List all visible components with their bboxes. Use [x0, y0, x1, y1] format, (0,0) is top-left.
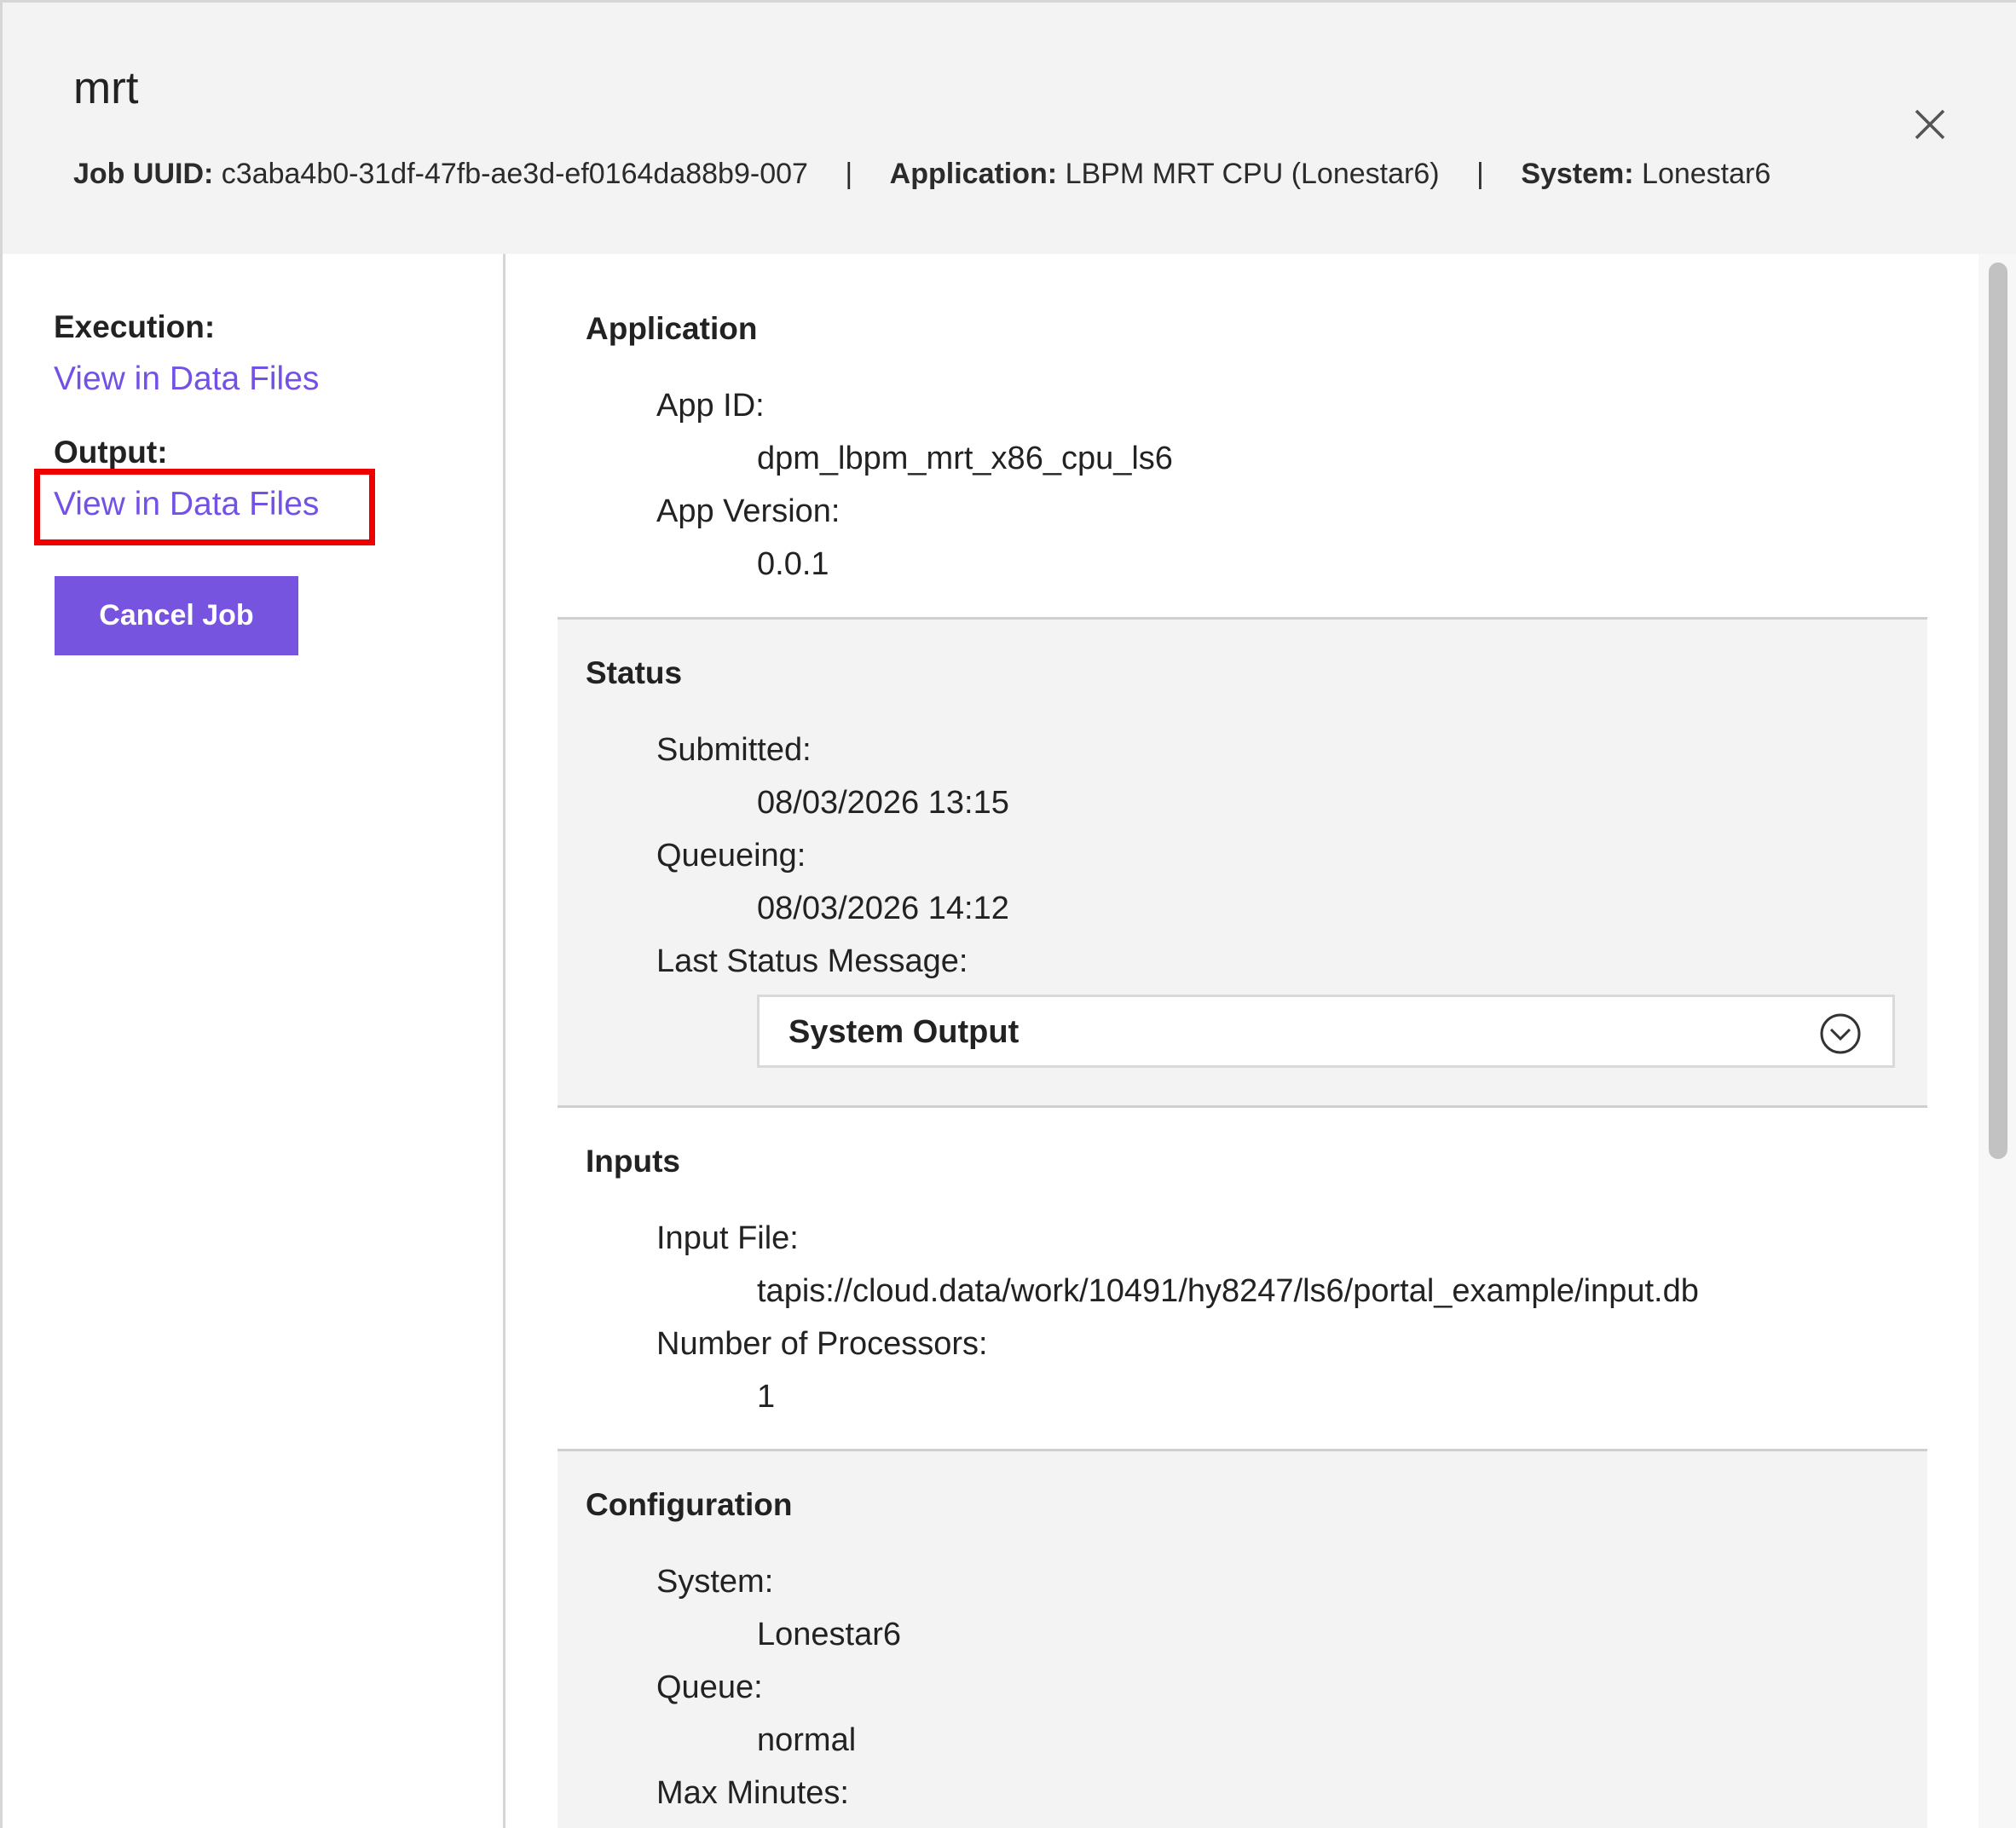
input-file-value: tapis://cloud.data/work/10491/hy8247/ls6…: [757, 1273, 1699, 1309]
max-minutes-label: Max Minutes:: [656, 1775, 849, 1811]
cancel-job-button[interactable]: Cancel Job: [55, 576, 298, 655]
configuration-section: Configuration System: Lonestar6 Queue: n…: [557, 1449, 1927, 1828]
section-title: Application: [586, 311, 758, 346]
chevron-down-circle-icon[interactable]: [1819, 1012, 1862, 1055]
queueing-value: 08/03/2026 14:12: [757, 891, 1009, 926]
system-output-dropdown[interactable]: System Output: [757, 995, 1895, 1068]
job-detail-content: Application App ID: dpm_lbpm_mrt_x86_cpu…: [557, 254, 1927, 1828]
queue-value: normal: [757, 1722, 857, 1758]
app-version-value: 0.0.1: [757, 546, 829, 582]
job-uuid-value: c3aba4b0-31df-47fb-ae3d-ef0164da88b9-007: [221, 158, 808, 190]
application-section: Application App ID: dpm_lbpm_mrt_x86_cpu…: [557, 254, 1927, 617]
inputs-section: Inputs Input File: tapis://cloud.data/wo…: [557, 1108, 1927, 1449]
section-title: Inputs: [586, 1144, 680, 1179]
submitted-value: 08/03/2026 13:15: [757, 785, 1009, 821]
scrollbar-thumb[interactable]: [1989, 262, 2007, 1159]
section-title: Configuration: [586, 1487, 793, 1522]
num-processors-value: 1: [757, 1379, 776, 1415]
application-value: LBPM MRT CPU (Lonestar6): [1065, 158, 1440, 190]
content-scrollbar[interactable]: [1978, 254, 2016, 1828]
config-system-value: Lonestar6: [757, 1617, 902, 1652]
queueing-label: Queueing:: [656, 838, 806, 874]
num-processors-label: Number of Processors:: [656, 1326, 988, 1362]
job-detail-modal: mrt Job UUID: c3aba4b0-31df-47fb-ae3d-ef…: [0, 0, 2016, 1828]
status-section: Status Submitted: 08/03/2026 13:15 Queue…: [557, 617, 1927, 1108]
submitted-label: Submitted:: [656, 732, 812, 768]
execution-label: Execution:: [54, 309, 216, 344]
last-status-message-label: Last Status Message:: [656, 943, 968, 979]
job-meta: Job UUID: c3aba4b0-31df-47fb-ae3d-ef0164…: [73, 158, 1770, 191]
dropdown-label: System Output: [788, 1014, 1020, 1050]
app-id-value: dpm_lbpm_mrt_x86_cpu_ls6: [757, 441, 1173, 476]
job-uuid-label: Job UUID:: [73, 158, 214, 190]
meta-separator: |: [1476, 158, 1484, 190]
app-version-label: App Version:: [656, 493, 840, 529]
application-label: Application:: [889, 158, 1058, 190]
close-icon[interactable]: [1909, 103, 1951, 146]
output-label: Output:: [54, 435, 168, 470]
job-title: mrt: [73, 63, 139, 113]
system-label: System:: [1521, 158, 1634, 190]
execution-view-in-data-files-link[interactable]: View in Data Files: [54, 360, 319, 398]
app-id-label: App ID:: [656, 388, 765, 424]
meta-separator: |: [845, 158, 853, 190]
queue-label: Queue:: [656, 1669, 763, 1705]
highlight-box: [34, 469, 375, 545]
modal-header: mrt Job UUID: c3aba4b0-31df-47fb-ae3d-ef…: [3, 3, 2016, 254]
section-title: Status: [586, 655, 683, 690]
input-file-label: Input File:: [656, 1220, 799, 1256]
system-value: Lonestar6: [1642, 158, 1771, 190]
config-system-label: System:: [656, 1564, 774, 1600]
